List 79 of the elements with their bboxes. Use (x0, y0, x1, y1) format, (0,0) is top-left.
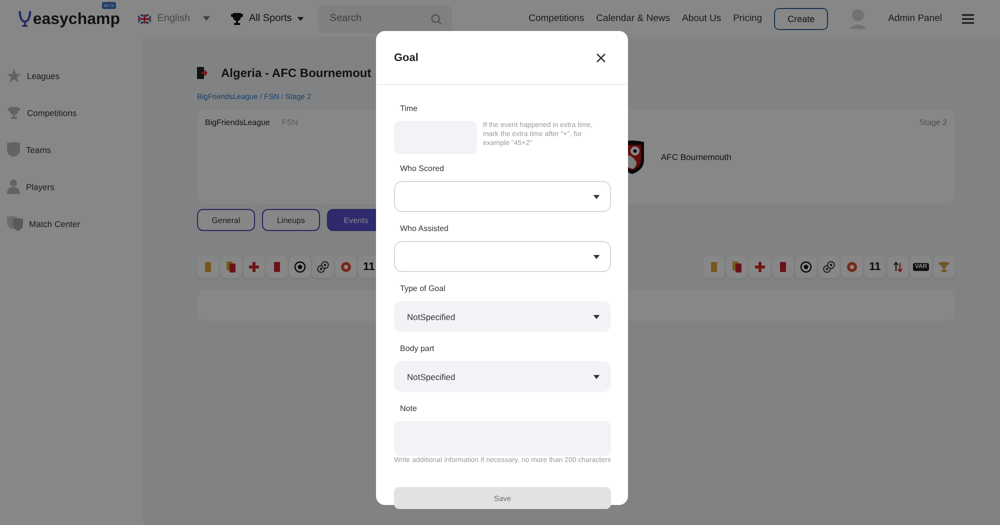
trophy-icon (7, 106, 21, 120)
field-label: Who Scored (400, 164, 446, 173)
arrows-icon (892, 261, 904, 273)
event-button[interactable] (335, 256, 357, 278)
nav-link[interactable]: Pricing (733, 13, 762, 24)
cross-icon (248, 261, 260, 273)
exit-icon (197, 67, 207, 79)
cross-icon (754, 261, 766, 273)
caret-icon (202, 16, 210, 21)
field-label: Note (400, 404, 418, 413)
trophy-icon (230, 12, 244, 26)
trophy-icon (938, 261, 950, 273)
caret-icon (593, 194, 600, 198)
event-button[interactable] (749, 256, 771, 278)
event-button[interactable] (289, 256, 311, 278)
event-button[interactable] (243, 256, 265, 278)
dialog-title: Goal (394, 52, 418, 64)
field-label: Time (400, 104, 418, 113)
sidebar-item[interactable]: Leagues (0, 57, 143, 94)
event-button[interactable] (795, 256, 817, 278)
sidebar-item[interactable]: Competitions (0, 94, 143, 131)
search-icon (430, 14, 442, 24)
event-button[interactable] (726, 256, 748, 278)
event-button[interactable] (266, 256, 288, 278)
select-field[interactable]: NotSpecified (394, 361, 611, 392)
shields-icon (7, 216, 23, 231)
shield-icon (7, 142, 20, 157)
sidebar-item[interactable]: Teams (0, 131, 143, 168)
search-field[interactable]: Search (318, 4, 452, 32)
match-title: Algeria - AFC Bournemout (221, 66, 372, 80)
card-icon (271, 261, 283, 273)
caret-icon (593, 254, 600, 258)
tab[interactable]: Lineups (262, 209, 320, 231)
balls-icon (823, 261, 835, 273)
ball-icon (294, 261, 306, 273)
logo-icon (18, 8, 32, 28)
menu-icon[interactable] (962, 14, 974, 24)
card-icon (202, 261, 214, 273)
league-name: BigFriendsLeague (205, 118, 270, 129)
event-button[interactable] (887, 256, 909, 278)
event-button[interactable] (220, 256, 242, 278)
person-icon (7, 179, 20, 194)
sidebar-item[interactable]: Players (0, 168, 143, 205)
team-name: AFC Bournemouth (661, 152, 732, 162)
cards-icon (225, 261, 237, 273)
close-icon[interactable] (596, 52, 606, 62)
event-button[interactable] (312, 256, 334, 278)
field-label: Who Assisted (400, 224, 450, 233)
select-field[interactable]: NotSpecified (394, 301, 611, 332)
caret-icon (593, 314, 600, 318)
cards-icon (731, 261, 743, 273)
star-icon (7, 68, 21, 82)
select-field[interactable] (394, 181, 611, 212)
sidebar-item[interactable]: Match Center (0, 205, 143, 242)
ball-icon (340, 261, 352, 273)
select-field[interactable] (394, 241, 611, 272)
flag-icon (138, 14, 152, 24)
sport-select[interactable]: All Sports (230, 12, 304, 26)
create-button[interactable]: Create (774, 8, 828, 30)
ball-icon (800, 261, 812, 273)
card-icon (708, 261, 720, 273)
lineup-button[interactable]: 11 (864, 256, 886, 278)
ball-icon (846, 261, 858, 273)
nav-link[interactable]: Calendar & News (596, 13, 670, 24)
event-button[interactable] (772, 256, 794, 278)
event-button[interactable] (841, 256, 863, 278)
tab[interactable]: General (197, 209, 255, 231)
field-label: Body part (400, 344, 436, 353)
card-icon (777, 261, 789, 273)
caret-icon (593, 374, 600, 378)
caret-icon (296, 16, 304, 20)
field-label: Type of Goal (400, 284, 446, 293)
logo-text[interactable]: easychamp (32, 10, 120, 28)
nav-link[interactable]: Competitions (528, 13, 584, 24)
language-select[interactable]: English (138, 13, 210, 24)
nav-link[interactable]: About Us (682, 13, 722, 24)
event-button[interactable] (818, 256, 840, 278)
admin-link[interactable]: Admin Panel (888, 13, 942, 24)
balls-icon (317, 261, 329, 273)
